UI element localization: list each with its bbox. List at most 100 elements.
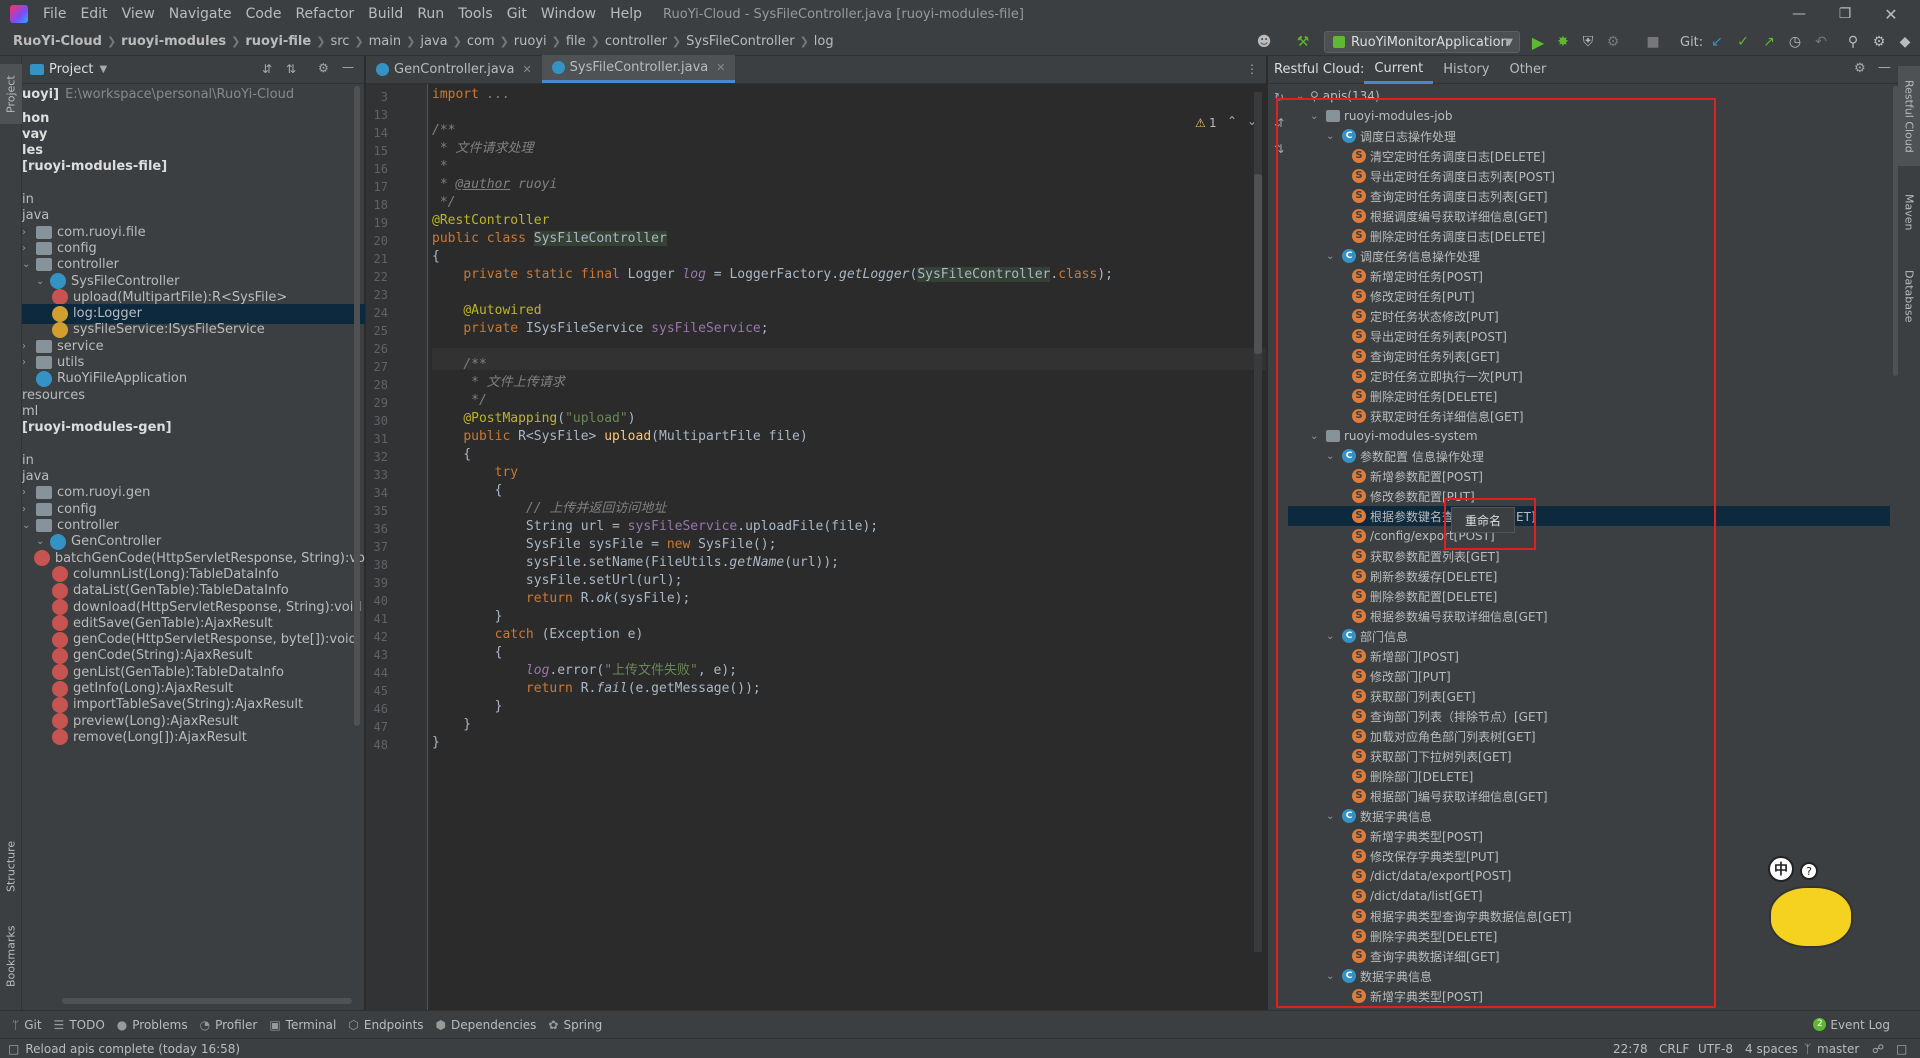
hide-icon[interactable]: — — [342, 60, 354, 74]
chevron-icon[interactable]: › — [22, 341, 36, 352]
chevron-icon[interactable]: › — [22, 487, 36, 498]
chevron-icon[interactable]: › — [22, 357, 36, 368]
profiler-icon[interactable]: ⚙ — [1602, 31, 1624, 53]
breadcrumb-item[interactable]: controller — [602, 34, 670, 49]
close-tab-icon[interactable]: ✕ — [522, 63, 531, 76]
breadcrumb-item[interactable]: com — [464, 34, 498, 49]
menu-item-window[interactable]: Window — [534, 0, 603, 28]
chevron-icon[interactable]: › — [22, 227, 36, 238]
file-encoding[interactable]: UTF-8 — [1698, 1042, 1733, 1056]
tab-current[interactable]: Current — [1364, 56, 1434, 84]
tool-endpoints[interactable]: ⬡ Endpoints — [348, 1018, 423, 1032]
run-icon[interactable]: ▶ — [1527, 31, 1549, 53]
tool-dependencies[interactable]: ⬢ Dependencies — [436, 1018, 537, 1032]
help-icon[interactable]: ? — [1800, 862, 1818, 880]
breadcrumb-item[interactable]: main — [366, 34, 404, 49]
tool-profiler[interactable]: ◔ Profiler — [200, 1018, 258, 1032]
tab-restful-cloud[interactable]: Restful Cloud — [1898, 66, 1920, 166]
settings-icon[interactable]: ⚙ — [1868, 31, 1890, 53]
tab-database[interactable]: Database — [1898, 256, 1920, 336]
menu-item-help[interactable]: Help — [603, 0, 649, 28]
tab-maven[interactable]: Maven — [1898, 182, 1920, 242]
menu-item-file[interactable]: File — [36, 0, 73, 28]
breadcrumb-item[interactable]: ruoyi — [511, 34, 550, 49]
menu-item-refactor[interactable]: Refactor — [288, 0, 361, 28]
menu-item-build[interactable]: Build — [361, 0, 410, 28]
tab-other[interactable]: Other — [1499, 56, 1556, 84]
git-push-icon[interactable]: ↗ — [1758, 31, 1780, 53]
tool-todo[interactable]: ☰ TODO — [54, 1018, 105, 1032]
chevron-down-icon[interactable]: ▼ — [99, 64, 107, 75]
restore-icon[interactable]: ❐ — [1822, 0, 1868, 28]
menu-item-git[interactable]: Git — [500, 0, 534, 28]
coverage-icon[interactable]: ⛨ — [1577, 31, 1599, 53]
warning-icon[interactable]: ⚠ — [1195, 116, 1206, 130]
tab-structure[interactable]: Structure — [0, 826, 22, 906]
tree-row[interactable]: remove(Long[]):AjaxResult — [22, 727, 365, 747]
ime-badge[interactable]: 中 — [1768, 856, 1794, 882]
breadcrumb-item[interactable]: src — [327, 34, 352, 49]
tab-history[interactable]: History — [1433, 56, 1499, 84]
breadcrumb-item[interactable]: file — [563, 34, 589, 49]
project-root-row[interactable]: uoyi] E:\workspace\personal\RuoYi-Cloud — [22, 84, 365, 104]
menu-item-view[interactable]: View — [115, 0, 162, 28]
chevron-icon[interactable]: ⌄ — [36, 536, 50, 547]
tool-terminal[interactable]: ▣ Terminal — [269, 1018, 336, 1032]
line-separator[interactable]: CRLF — [1659, 1042, 1689, 1056]
git-commit-icon[interactable]: ✓ — [1732, 31, 1754, 53]
chevron-icon[interactable]: ⌄ — [22, 259, 36, 270]
breadcrumb-item[interactable]: ruoyi-modules — [118, 34, 229, 49]
caret-position[interactable]: 22:78 — [1613, 1042, 1648, 1056]
breadcrumb-item[interactable]: log — [811, 34, 837, 49]
tab-bookmarks[interactable]: Bookmarks — [0, 916, 22, 996]
editor-scroll-thumb[interactable] — [1254, 174, 1262, 354]
hide-icon[interactable]: — — [1878, 60, 1891, 75]
gear-icon[interactable]: ⚙ — [318, 61, 329, 75]
vcs-user-icon[interactable]: ☻ — [1253, 31, 1275, 53]
git-branch[interactable]: master — [1817, 1042, 1859, 1056]
minimize-icon[interactable]: — — [1776, 0, 1822, 28]
memory-icon[interactable]: □ — [1896, 1042, 1907, 1056]
collapse-all-icon[interactable]: ⇅ — [286, 62, 296, 76]
search-icon[interactable]: ⚲ — [1842, 31, 1864, 53]
more-tabs-icon[interactable]: ⋮ — [1246, 62, 1258, 76]
tool-git[interactable]: ᛘ Git — [12, 1018, 42, 1032]
jetbrains-icon[interactable]: ◆ — [1894, 31, 1916, 53]
chevron-icon[interactable]: › — [22, 504, 36, 515]
indent-setting[interactable]: 4 spaces — [1745, 1042, 1798, 1056]
tab-project[interactable]: Project — [0, 64, 22, 124]
menu-item-tools[interactable]: Tools — [451, 0, 500, 28]
git-update-icon[interactable]: ↙ — [1706, 31, 1728, 53]
history-icon[interactable]: ◷ — [1784, 31, 1806, 53]
event-log-button[interactable]: 2 Event Log — [1813, 1018, 1890, 1032]
tool-spring[interactable]: ✿ Spring — [548, 1018, 602, 1032]
project-scrollbar[interactable] — [354, 86, 360, 726]
debug-icon[interactable]: ✸ — [1552, 31, 1574, 53]
lock-icon[interactable]: ☍ — [1872, 1042, 1884, 1056]
menu-item-run[interactable]: Run — [410, 0, 451, 28]
breadcrumb-item[interactable]: RuoYi-Cloud — [10, 34, 105, 49]
menu-item-code[interactable]: Code — [239, 0, 289, 28]
chevron-icon[interactable]: ⌄ — [36, 276, 50, 287]
tab-gencontroller[interactable]: GenController.java ✕ — [366, 55, 542, 83]
chevron-up-icon[interactable]: ⌃ — [1227, 114, 1237, 128]
run-config-select[interactable]: RuoYiMonitorApplication ▼ — [1324, 31, 1520, 53]
mascot-icon[interactable] — [1769, 886, 1853, 948]
chevron-icon[interactable]: › — [22, 243, 36, 254]
project-h-scrollbar[interactable] — [62, 998, 352, 1004]
menu-item-navigate[interactable]: Navigate — [162, 0, 239, 28]
tool-problems[interactable]: ● Problems — [117, 1018, 188, 1032]
breadcrumb-item[interactable]: SysFileController — [683, 34, 797, 49]
tab-sysfilecontroller[interactable]: SysFileController.java ✕ — [541, 55, 736, 83]
gear-icon[interactable]: ⚙ — [1854, 61, 1866, 76]
expand-all-icon[interactable]: ⇵ — [262, 62, 272, 76]
build-hammer-icon[interactable]: ⚒ — [1292, 31, 1314, 53]
close-icon[interactable]: ✕ — [1868, 0, 1914, 28]
chevron-icon[interactable]: ⌄ — [22, 520, 36, 531]
stop-icon[interactable]: ■ — [1642, 31, 1664, 53]
menu-item-edit[interactable]: Edit — [73, 0, 114, 28]
breadcrumb-item[interactable]: java — [417, 34, 450, 49]
rollback-icon[interactable]: ↶ — [1810, 31, 1832, 53]
close-tab-icon[interactable]: ✕ — [716, 61, 725, 74]
breadcrumb-item[interactable]: ruoyi-file — [242, 34, 314, 49]
